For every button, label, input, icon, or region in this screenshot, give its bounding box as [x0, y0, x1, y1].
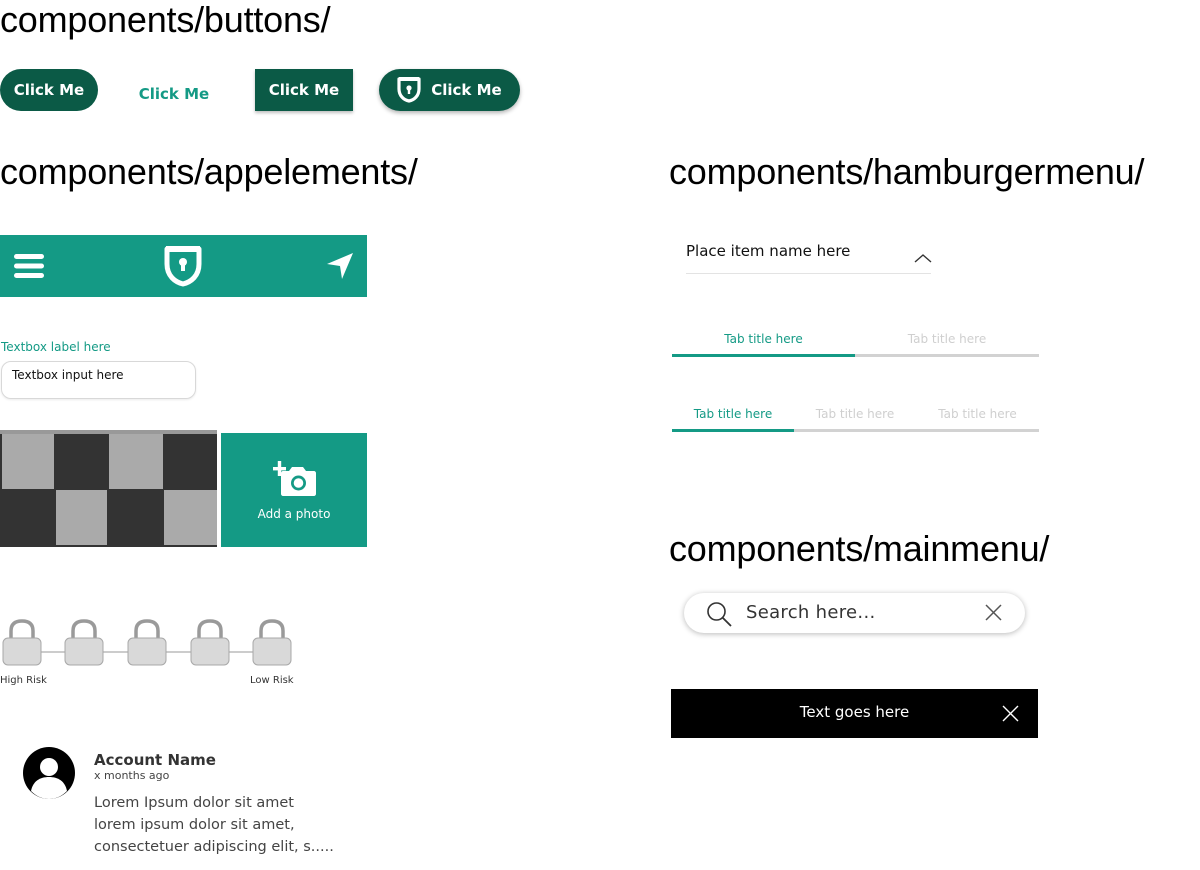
add-camera-icon: [273, 461, 317, 501]
tab-two-1[interactable]: Tab title here: [672, 332, 855, 346]
risk-level-3[interactable]: [126, 617, 168, 671]
tab-indicator-two: [672, 354, 855, 357]
toast-banner: Text goes here: [671, 689, 1038, 738]
menu-icon[interactable]: [14, 253, 46, 283]
menu-item-name: Place item name here: [686, 242, 851, 260]
search-input[interactable]: Search here...: [746, 602, 876, 623]
flat-button-label: Click Me: [138, 85, 210, 103]
flat-button[interactable]: Click Me: [125, 74, 223, 114]
icon-button-label: Click Me: [431, 81, 502, 99]
risk-level-5[interactable]: [251, 617, 293, 671]
add-photo-label: Add a photo: [257, 507, 331, 521]
pill-button-label: Click Me: [13, 81, 85, 99]
account-time: x months ago: [94, 769, 170, 782]
shield-lock-icon: [397, 77, 421, 103]
tab-two-2[interactable]: Tab title here: [855, 332, 1039, 346]
rect-button[interactable]: Click Me: [255, 69, 353, 111]
search-bar[interactable]: Search here...: [684, 593, 1025, 633]
close-icon[interactable]: [1002, 705, 1019, 726]
section-heading-appelements: components/appelements/: [0, 151, 418, 192]
account-body-line: consectetuer adipiscing elit, s.....: [94, 839, 334, 855]
account-name: Account Name: [94, 751, 216, 769]
photo-thumbnail[interactable]: [0, 430, 217, 547]
pill-button[interactable]: Click Me: [0, 69, 98, 111]
tab-three-3[interactable]: Tab title here: [916, 407, 1039, 421]
risk-level-4[interactable]: [189, 617, 231, 671]
section-heading-mainmenu: components/mainmenu/: [669, 528, 1050, 569]
tab-three-1[interactable]: Tab title here: [672, 407, 794, 421]
icon-button[interactable]: Click Me: [379, 69, 520, 111]
shield-lock-icon: [163, 245, 203, 291]
search-icon: [706, 601, 732, 631]
tab-three-2[interactable]: Tab title here: [794, 407, 916, 421]
risk-label-high: High Risk: [0, 675, 47, 686]
menu-item-expandable[interactable]: Place item name here: [686, 232, 932, 274]
add-photo-tile[interactable]: Add a photo: [221, 433, 367, 547]
risk-label-low: Low Risk: [250, 675, 294, 686]
section-heading-hamburgermenu: components/hamburgermenu/: [669, 151, 1145, 192]
textbox-label: Textbox label here: [1, 340, 111, 354]
tab-indicator-three: [672, 429, 794, 432]
navigation-arrow-icon[interactable]: [326, 252, 354, 284]
section-heading-buttons: components/buttons/: [0, 0, 331, 40]
avatar: [23, 747, 75, 803]
rect-button-label: Click Me: [268, 81, 340, 99]
risk-level-1[interactable]: [1, 617, 43, 671]
clear-icon[interactable]: [985, 604, 1002, 625]
toast-text: Text goes here: [799, 703, 910, 721]
chevron-up-icon[interactable]: [914, 248, 932, 267]
textbox-input[interactable]: Textbox input here: [1, 361, 196, 399]
account-body-line: Lorem Ipsum dolor sit amet: [94, 795, 294, 811]
account-body: Lorem Ipsum dolor sit amet lorem ipsum d…: [94, 792, 354, 858]
app-bar: [0, 235, 367, 297]
account-body-line: lorem ipsum dolor sit amet,: [94, 817, 295, 833]
risk-level-2[interactable]: [63, 617, 105, 671]
